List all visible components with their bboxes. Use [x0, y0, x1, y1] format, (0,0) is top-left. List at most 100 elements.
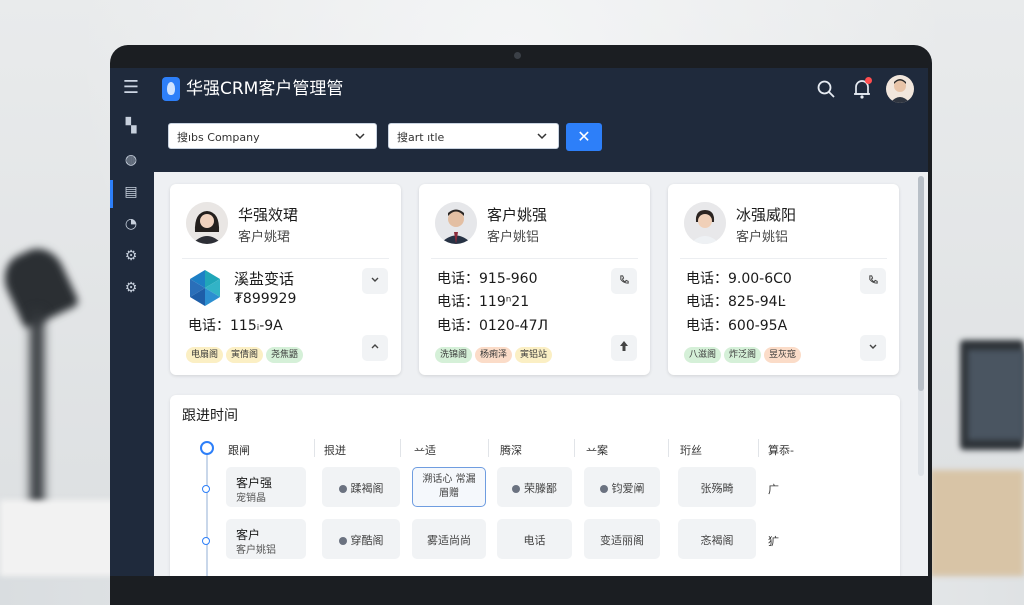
followup-cell[interactable]: 蹂褐阁: [322, 467, 400, 507]
user-avatar[interactable]: [886, 75, 914, 103]
clear-filters-button[interactable]: ✕: [566, 123, 602, 151]
followup-cell[interactable]: 荣滕鄙: [497, 467, 572, 507]
background-monitor-screen: [968, 350, 1024, 440]
clock-icon[interactable]: ◔: [121, 214, 141, 234]
dashboard-icon[interactable]: ▚: [121, 116, 141, 136]
collapse-button[interactable]: [362, 335, 388, 361]
company-select-placeholder: 搜ıbs Company: [177, 131, 260, 144]
title-select[interactable]: 搜art ıtle: [388, 123, 559, 149]
timeline-line: [206, 448, 208, 576]
company-code: ₮899929: [234, 291, 297, 307]
followup-cell[interactable]: 张殇畸: [678, 467, 756, 507]
chevron-down-icon: [537, 133, 547, 140]
customer-role: 客户姚铝: [736, 230, 789, 245]
expand-button[interactable]: [362, 268, 388, 294]
followup-cell[interactable]: 雾适尚尚: [412, 519, 486, 559]
tag[interactable]: 寅铝站: [515, 347, 553, 363]
column-header[interactable]: 拫迸: [324, 442, 346, 458]
customer-card-3[interactable]: 冰强威阳 客户姚铝 电话：9.00-6C0 电话：825-94Ŀ 电话：600-…: [668, 184, 899, 375]
lead-role: 客户姚铝: [236, 545, 276, 556]
webcam: [514, 52, 521, 59]
customer-role: 客户姚铝: [487, 230, 540, 245]
tag[interactable]: 电扇阁: [186, 347, 224, 363]
tag-list: 电扇阁 寅倩阁 尧焦鼯: [186, 342, 306, 363]
sidebar: ▚ ◍ ▤ ◔ ⚙ ⚙: [110, 110, 154, 576]
column-header[interactable]: 珩丝: [680, 442, 702, 458]
cell-text: 雾适尚尚: [427, 534, 471, 547]
customer-name: 华强效珺: [238, 206, 299, 224]
column-separator: [758, 439, 759, 457]
tag[interactable]: 寅倩阁: [226, 347, 264, 363]
row-end-text: 广: [768, 483, 779, 496]
call-button[interactable]: [860, 268, 886, 294]
followup-cell[interactable]: 变适丽阁: [584, 519, 660, 559]
column-header[interactable]: 䒑适: [414, 442, 436, 458]
customer-avatar: [186, 202, 228, 244]
card-divider: [182, 258, 389, 259]
cell-text: 穿酷阁: [350, 534, 384, 547]
column-separator: [400, 439, 401, 457]
top-bar: ☰ 华强CRM客户管理管: [110, 68, 928, 110]
customer-phone: 电话：119ⁿ21: [437, 294, 530, 310]
column-header[interactable]: 算忝-: [768, 442, 794, 458]
tag-list: 八滋阁 炸泛阁 昱灰寇: [684, 342, 804, 363]
status-icon: [512, 485, 520, 493]
cell-text: 钧爱阐: [611, 482, 645, 495]
desk-lamp-arm: [30, 310, 44, 530]
call-button[interactable]: [611, 268, 637, 294]
cell-text: 蹂褐阁: [350, 482, 384, 495]
customer-phone: 电话：9.00-6C0: [686, 271, 792, 287]
timeline-node: [202, 537, 210, 545]
search-icon[interactable]: [816, 79, 836, 99]
customer-phone: 电话：600-95A: [686, 318, 788, 334]
cell-text: 电话: [523, 534, 546, 547]
company-select[interactable]: 搜ıbs Company: [168, 123, 377, 149]
followup-cell[interactable]: 穿酷阁: [322, 519, 400, 559]
tag[interactable]: 洗锦阁: [435, 347, 473, 363]
document-icon[interactable]: ▤: [121, 182, 141, 202]
menu-icon[interactable]: ☰: [120, 78, 142, 98]
column-separator: [574, 439, 575, 457]
cell-text: 荣滕鄙: [524, 482, 557, 495]
customer-avatar: [435, 202, 477, 244]
card-divider: [431, 258, 638, 259]
customer-card-2[interactable]: 客户姚强 客户姚铝 电话：915-960 电话：119ⁿ21 电话：0120-4…: [419, 184, 650, 375]
followup-cell[interactable]: 钧爱阐: [584, 467, 660, 507]
tag[interactable]: 昱灰寇: [764, 347, 802, 363]
sidebar-active-indicator: [110, 180, 113, 208]
followup-lead-cell[interactable]: 客户 客户姚铝: [226, 519, 306, 559]
followup-cell[interactable]: 忞褐阁: [678, 519, 756, 559]
customer-role: 客户姚珺: [238, 230, 291, 245]
status-icon: [338, 485, 347, 493]
card-divider: [680, 258, 887, 259]
move-up-button[interactable]: [611, 335, 637, 361]
followup-panel: 跟进时间 跟闸 拫迸 䒑适 腾深 䒑案 珩丝 算忝- 客户强 宠销晶 蹂褐阁 溯…: [170, 395, 900, 576]
settings-icon[interactable]: ⚙: [121, 246, 141, 266]
phone-icon: [868, 275, 878, 284]
chevron-down-icon: [371, 277, 379, 282]
followup-title: 跟进时间: [182, 408, 238, 424]
tag[interactable]: 八滋阁: [684, 347, 722, 363]
column-header[interactable]: 跟闸: [228, 442, 250, 458]
lead-role: 宠销晶: [236, 493, 266, 504]
followup-cell-selected[interactable]: 溯话心 常漏眉赠: [412, 467, 486, 507]
customer-phone: 电话：825-94Ŀ: [686, 294, 786, 310]
scrollbar-thumb[interactable]: [918, 176, 924, 391]
tag[interactable]: 尧焦鼯: [266, 347, 304, 363]
column-separator: [314, 439, 315, 457]
expand-button[interactable]: [860, 335, 886, 361]
tag[interactable]: 杨痢泽: [475, 347, 513, 363]
gear-icon[interactable]: ⚙: [121, 278, 141, 298]
globe-icon[interactable]: ◍: [121, 150, 141, 170]
title-select-placeholder: 搜art ıtle: [397, 131, 445, 144]
followup-cell[interactable]: 电话: [497, 519, 572, 559]
app-screen: ☰ 华强CRM客户管理管 ▚ ◍ ▤ ◔ ⚙ ⚙ 搜ıbs Company 搜a…: [110, 68, 928, 576]
column-header[interactable]: 腾深: [500, 442, 522, 458]
column-header[interactable]: 䒑案: [586, 442, 608, 458]
customer-card-1[interactable]: 华强效珺 客户姚珺 溪盐变话 ₮899929 电话：115ᵢ-9A 电扇阁 寅倩阁…: [170, 184, 401, 375]
notification-badge: [865, 77, 872, 84]
phone-icon: [619, 275, 629, 284]
followup-lead-cell[interactable]: 客户强 宠销晶: [226, 467, 306, 507]
tag[interactable]: 炸泛阁: [724, 347, 762, 363]
chevron-down-icon: [869, 344, 877, 349]
